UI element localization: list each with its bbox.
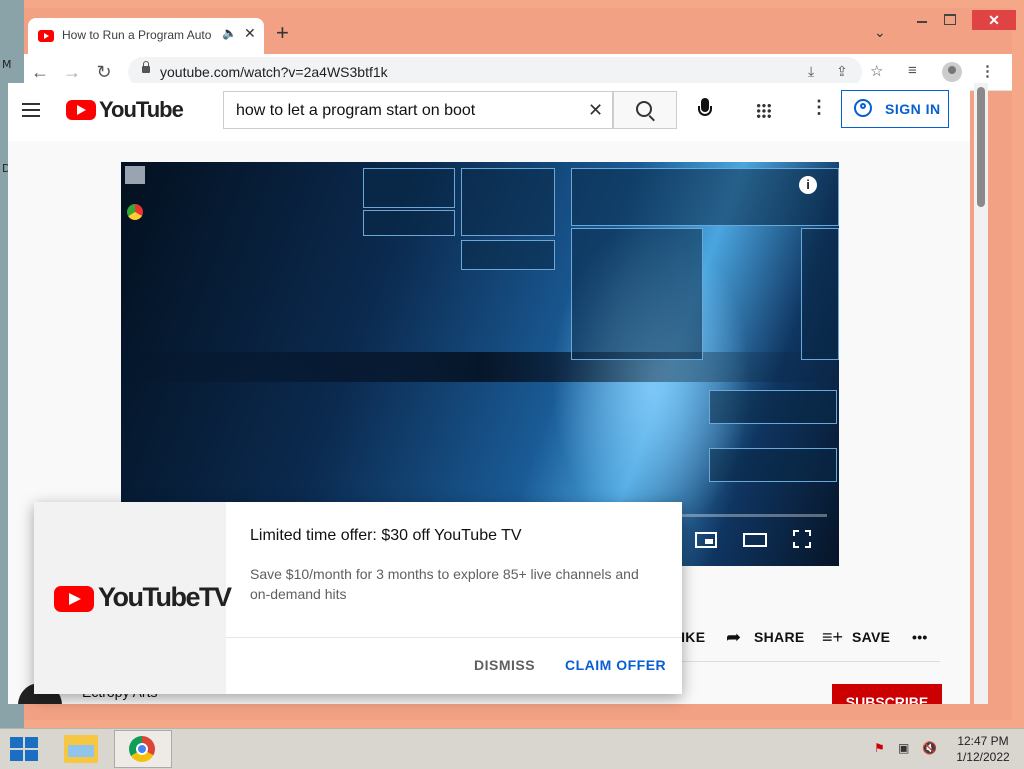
subscribe-button[interactable]: SUBSCRIBE [832,684,942,704]
promo-logo-panel: YouTubeTV [34,502,232,694]
page-scrollbar[interactable] [974,83,988,704]
search-button[interactable] [613,91,677,129]
url-text[interactable]: youtube.com/watch?v=2a4WS3btf1k [160,64,388,80]
miniplayer-icon[interactable] [695,532,717,548]
youtube-favicon-icon [38,30,54,42]
speaker-icon[interactable]: 🔈 [222,26,237,40]
windows-taskbar: ⚑ ▣ 🔇 12:47 PM 1/12/2022 [0,728,1024,769]
more-actions-icon[interactable]: ••• [912,629,928,645]
system-clock[interactable]: 12:47 PM 1/12/2022 [948,733,1018,765]
share-button[interactable]: SHARE [754,629,805,645]
bookmark-star-icon[interactable]: ☆ [870,62,883,80]
promo-title: Limited time offer: $30 off YouTube TV [250,527,522,544]
youtube-logo-icon[interactable] [66,100,96,120]
sign-in-button[interactable]: SIGN IN [841,90,949,128]
menu-icon[interactable] [22,103,40,117]
chrome-icon [129,736,155,762]
claim-offer-button[interactable]: CLAIM OFFER [565,657,666,673]
new-tab-button[interactable]: + [276,22,289,44]
profile-avatar-icon[interactable] [942,62,962,82]
widget-panel [709,448,837,482]
youtube-header: YouTube how to let a program start on bo… [8,83,970,141]
sign-in-label: SIGN IN [885,101,941,117]
share-icon[interactable]: ➦ [726,627,741,648]
search-query[interactable]: how to let a program start on boot [236,102,475,120]
widget-panel [461,240,555,270]
windows-start-icon[interactable] [10,737,38,761]
widget-panel [461,168,555,236]
chrome-desktop-icon [127,204,143,220]
widget-panel [801,228,839,360]
youtube-tv-promo-dialog: YouTubeTV Limited time offer: $30 off Yo… [34,502,682,694]
promo-divider [226,637,682,638]
close-button[interactable]: ✕ [972,10,1016,30]
save-playlist-icon[interactable]: ≡+ [822,627,843,648]
dismiss-button[interactable]: DISMISS [474,657,535,673]
recycle-bin-icon [125,166,145,184]
clear-search-icon[interactable]: ✕ [588,100,603,121]
tab-search-icon[interactable]: ⌄ [874,24,886,41]
browser-menu-icon[interactable]: ⋮ [980,62,995,80]
action-center-flag-icon[interactable]: ⚑ [874,741,888,755]
media-queue-icon[interactable]: ≡ [908,62,917,79]
reload-icon[interactable]: ↻ [92,60,116,84]
fullscreen-icon[interactable] [793,530,811,548]
forward-icon[interactable]: → [60,60,84,84]
widget-panel [363,168,455,208]
divider [660,661,940,662]
widget-panel [571,168,839,226]
tab-title: How to Run a Program Automatically [62,28,212,42]
youtube-logo-text[interactable]: YouTube [99,97,184,123]
lock-icon [142,61,150,73]
file-explorer-icon[interactable] [64,735,98,763]
tab-strip: How to Run a Program Automatically 🔈 ✕ +… [24,8,1016,54]
scroll-thumb[interactable] [977,87,985,207]
browser-tab[interactable]: How to Run a Program Automatically 🔈 ✕ [28,18,264,54]
apps-grid-icon[interactable] [756,103,772,119]
widget-panel [363,210,455,236]
desktop-letter: M [2,58,12,71]
install-icon[interactable]: ⤓ [808,63,814,80]
youtube-tv-logo-text: YouTubeTV [98,582,232,612]
network-icon[interactable]: ▣ [898,741,912,755]
youtube-tv-logo-icon [54,586,94,612]
clock-date: 1/12/2022 [956,750,1010,764]
share-page-icon[interactable]: ⇪ [836,63,848,80]
tab-close-icon[interactable]: ✕ [244,25,256,42]
widget-panel [571,228,703,360]
account-icon [854,99,872,117]
maximize-button[interactable] [944,14,956,25]
volume-muted-icon[interactable]: 🔇 [922,741,937,755]
clock-time: 12:47 PM [957,734,1009,748]
promo-description: Save $10/month for 3 months to explore 8… [250,566,639,602]
search-input[interactable]: how to let a program start on boot ✕ [223,91,613,129]
microphone-icon[interactable] [698,98,712,116]
video-frame-beam [121,352,839,382]
save-button[interactable]: SAVE [852,629,890,645]
more-options-icon[interactable]: ⋮ [810,97,828,118]
taskbar-chrome-button[interactable] [114,730,172,768]
back-icon[interactable]: ← [28,60,52,84]
info-icon[interactable]: i [799,176,817,194]
search-icon [636,101,652,117]
theater-mode-icon[interactable] [743,533,767,547]
widget-panel [709,390,837,424]
minimize-button[interactable] [914,12,930,26]
